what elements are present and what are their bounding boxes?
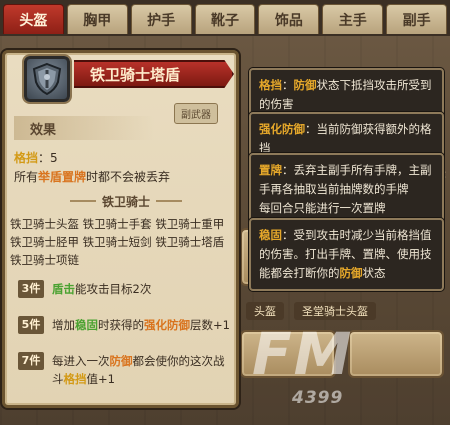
equipment-card-name: 圣堂骑士头盔 <box>294 302 376 320</box>
set-bonus-row: 3件 盾击能攻击目标2次 <box>18 280 232 298</box>
set-bonus-row: 7件 每进入一次防御都会使你的这次战斗格挡值+1 <box>18 352 232 388</box>
keyword-inline: 防御 <box>293 78 317 92</box>
equipment-tab-bar: 头盔 胸甲 护手 靴子 饰品 主手 副手 <box>0 0 450 36</box>
bonus-detail: 值+1 <box>86 372 115 386</box>
bonus-keyword: 强化防御 <box>144 318 190 332</box>
shield-icon <box>24 56 70 102</box>
set-piece: 铁卫骑士短剑 <box>82 235 152 249</box>
bonus-detail: 能攻击目标2次 <box>75 282 152 296</box>
tab-off-hand[interactable]: 副手 <box>386 4 448 34</box>
bonus-detail: 增加 <box>52 318 75 332</box>
set-bonus-row: 5件 增加稳固时获得的强化防御层数+1 <box>18 316 232 334</box>
tab-boots[interactable]: 靴子 <box>194 4 256 34</box>
tab-gauntlets[interactable]: 护手 <box>130 4 192 34</box>
description-prefix: 所有 <box>14 170 39 184</box>
item-slot-badge: 副武器 <box>174 103 218 124</box>
tab-chest[interactable]: 胸甲 <box>66 4 128 34</box>
set-bonus-count: 5件 <box>18 316 44 334</box>
equipment-card[interactable] <box>348 330 444 378</box>
bonus-keyword: 盾击 <box>52 282 75 296</box>
bonus-keyword: 格挡 <box>63 372 87 386</box>
set-piece: 铁卫骑士胫甲 <box>10 235 79 249</box>
set-bonus-text: 盾击能攻击目标2次 <box>52 280 232 298</box>
description-keyword: 举盾置牌 <box>38 170 87 184</box>
bonus-detail: 层数+1 <box>190 318 230 332</box>
equipment-card-name: 头盔 <box>246 302 284 320</box>
tab-accessory[interactable]: 饰品 <box>258 4 320 34</box>
set-piece: 铁卫骑士头盔 <box>10 217 79 231</box>
bonus-keyword: 防御 <box>109 354 133 368</box>
keyword-name: 格挡 <box>259 78 282 92</box>
watermark-subtext: 4399 <box>292 388 344 408</box>
stat-label: 格挡 <box>14 151 39 165</box>
tab-main-hand[interactable]: 主手 <box>322 4 384 34</box>
keyword-tooltip-redeal: 置牌：丢弃主副手所有手牌，主副手再各抽取当前抽牌数的手牌 每回合只能进行一次置牌 <box>249 153 444 226</box>
set-piece: 铁卫骑士塔盾 <box>155 235 225 249</box>
set-bonus-text: 每进入一次防御都会使你的这次战斗格挡值+1 <box>52 352 232 388</box>
set-bonus-count: 3件 <box>18 280 44 298</box>
item-name: 铁卫骑士塔盾 <box>74 60 234 88</box>
watermark-logo: FM <box>252 320 354 388</box>
set-piece: 铁卫骑士重甲 <box>155 217 225 231</box>
set-piece-list: 铁卫骑士头盔 铁卫骑士手套 铁卫骑士重甲 铁卫骑士胫甲 铁卫骑士短剑 铁卫骑士塔… <box>10 215 234 269</box>
item-description: 所有举盾置牌时都不会被丢弃 <box>14 168 170 185</box>
keyword-inline: 防御 <box>339 266 363 280</box>
bonus-detail: 时获得的 <box>98 318 144 332</box>
description-suffix: 时都不会被丢弃 <box>86 170 171 184</box>
keyword-name: 稳固 <box>259 228 282 242</box>
bonus-keyword: 稳固 <box>75 318 98 332</box>
set-piece: 铁卫骑士项链 <box>10 253 79 267</box>
keyword-description: 状态 <box>362 266 386 280</box>
keyword-description: 每回合只能进行一次置牌 <box>259 201 386 215</box>
stat-value: 5 <box>50 151 58 165</box>
keyword-tooltip-steady: 稳固：受到攻击时减少当前格挡值的伤害。打出手牌、置牌、使用技能都会打断你的防御状… <box>249 218 444 291</box>
block-stat: 格挡：5 <box>14 151 58 165</box>
set-bonus-text: 增加稳固时获得的强化防御层数+1 <box>52 316 232 334</box>
set-bonus-count: 7件 <box>18 352 44 370</box>
keyword-description: ：丢弃主副手所有手牌，主副手再各抽取当前抽牌数的手牌 <box>259 163 432 196</box>
set-piece: 铁卫骑士手套 <box>82 217 152 231</box>
keyword-name: 置牌 <box>259 163 282 177</box>
set-section-header: 铁卫骑士 <box>26 190 226 212</box>
effect-section-header: 效果 <box>14 116 154 140</box>
bonus-detail: 每进入一次 <box>52 354 110 368</box>
tab-helmet[interactable]: 头盔 <box>3 4 64 34</box>
keyword-name: 强化防御 <box>259 122 305 136</box>
